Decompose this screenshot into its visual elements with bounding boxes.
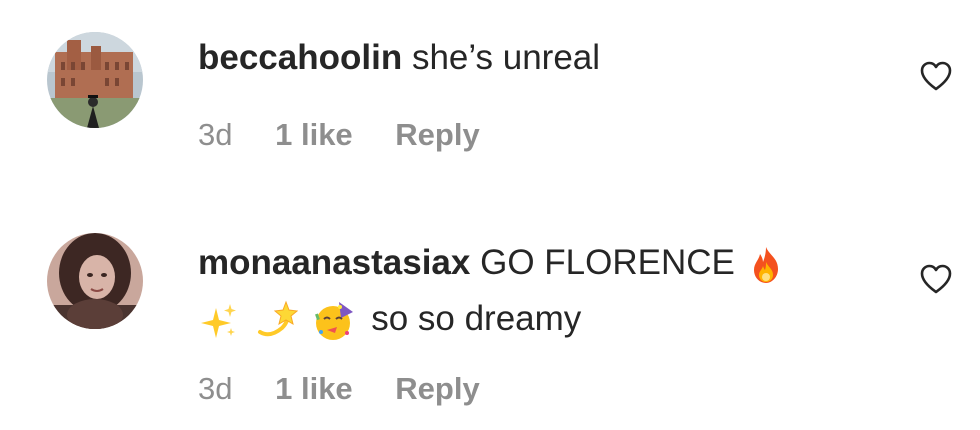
sparkles-emoji-icon [198, 300, 240, 342]
commenter-avatar[interactable] [47, 233, 143, 329]
partying-face-emoji-icon [313, 300, 355, 342]
avatar-portrait-icon [47, 233, 143, 329]
comment-likes-link[interactable]: 1 like [275, 117, 353, 152]
comment-body: she’s unreal [411, 38, 601, 77]
comment-time: 3d [198, 371, 233, 406]
comment-reply-button[interactable]: Reply [395, 371, 479, 406]
heart-icon[interactable] [918, 58, 954, 94]
comment-meta: 3d 1 like Reply [198, 117, 480, 153]
comment-text: monaanastasiax GO FLORENCE so so dreamy [198, 235, 860, 347]
comment-body-line2: so so dreamy [371, 299, 582, 338]
dizzy-emoji-icon [256, 300, 298, 342]
comment-body-line1: GO FLORENCE [480, 243, 735, 282]
comment-text: beccahoolin she’s unreal [198, 30, 860, 86]
heart-icon[interactable] [918, 261, 954, 297]
fire-emoji-icon [745, 244, 787, 286]
comment-time: 3d [198, 117, 233, 152]
avatar-university-building-icon [47, 32, 143, 128]
comment-item: monaanastasiax GO FLORENCE so so dreamy … [0, 205, 980, 430]
comment-username[interactable]: beccahoolin [198, 38, 402, 77]
comment-username[interactable]: monaanastasiax [198, 243, 470, 282]
comment-item: beccahoolin she’s unreal 3d 1 like Reply [0, 0, 980, 200]
comment-meta: 3d 1 like Reply [198, 371, 480, 407]
commenter-avatar[interactable] [47, 32, 143, 128]
comment-likes-link[interactable]: 1 like [275, 371, 353, 406]
comment-reply-button[interactable]: Reply [395, 117, 479, 152]
